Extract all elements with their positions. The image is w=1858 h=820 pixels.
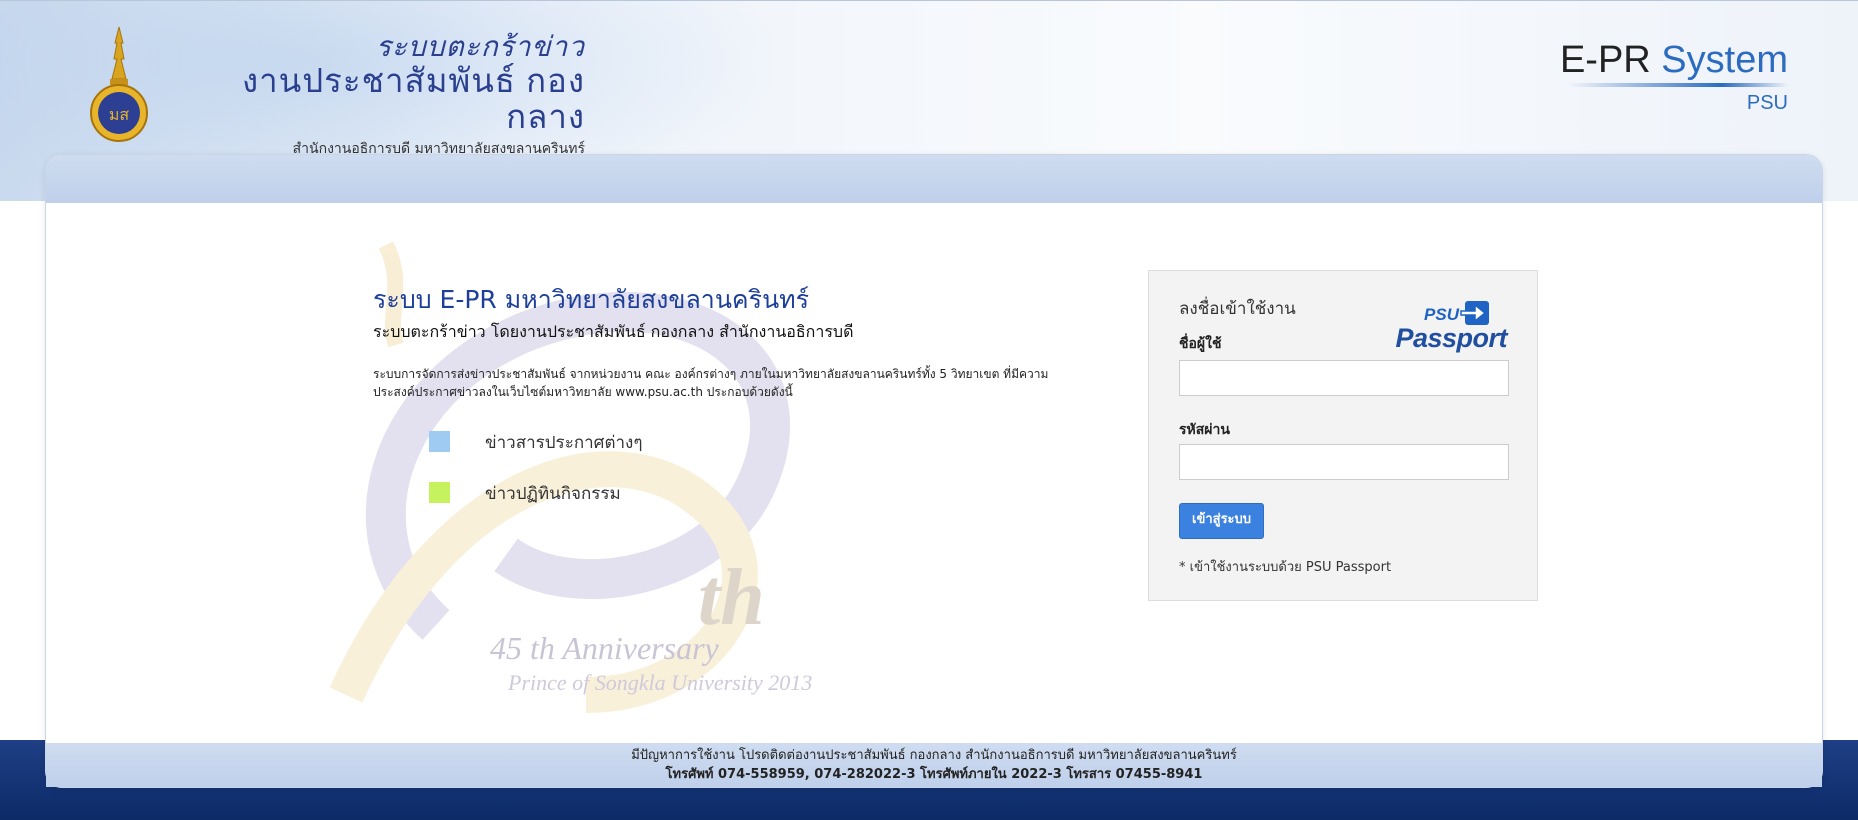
svg-text:มส: มส <box>109 105 130 124</box>
page-footer: มีปัญหาการใช้งาน โปรดติดต่องานประชาสัมพั… <box>46 743 1822 787</box>
brand-line2: งานประชาสัมพันธ์ กองกลาง <box>242 62 585 135</box>
watermark-line1: 45 th Anniversary <box>490 630 719 666</box>
page-title: ระบบ E-PR มหาวิทยาลัยสงขลานครินทร์ <box>373 285 810 314</box>
login-heading: ลงชื่อเข้าใช้งาน <box>1179 299 1296 319</box>
brand-block: ระบบตะกร้าข่าว งานประชาสัมพันธ์ กองกลาง … <box>165 31 585 161</box>
brand-line1: ระบบตะกร้าข่าว <box>375 31 585 62</box>
username-label: ชื่อผู้ใช้ <box>1179 336 1222 352</box>
product-name-prefix: E-PR <box>1559 39 1651 81</box>
page-subtitle: ระบบตะกร้าข่าว โดยงานประชาสัมพันธ์ กองกล… <box>373 322 854 341</box>
legend-swatch-calendar <box>429 482 450 503</box>
legend: ข่าวสารประกาศต่างๆ ข่าวปฏิทินกิจกรรม <box>373 421 1093 523</box>
passport-word: Passport <box>1395 323 1507 353</box>
username-input[interactable] <box>1179 360 1509 396</box>
login-note: * เข้าใช้งานระบบด้วย PSU Passport <box>1179 560 1392 575</box>
card-topbar <box>46 155 1822 203</box>
legend-item: ข่าวปฏิทินกิจกรรม <box>373 472 1093 523</box>
legend-label: ข่าวสารประกาศต่างๆ <box>485 433 643 453</box>
product-logo: E-PR System PSU <box>1560 39 1788 115</box>
legend-swatch-announcements <box>429 431 450 452</box>
psu-passport-logo: PSU Passport <box>1387 299 1507 359</box>
legend-item: ข่าวสารประกาศต่างๆ <box>373 421 1093 472</box>
password-input[interactable] <box>1179 444 1509 480</box>
login-button[interactable]: เข้าสู่ระบบ <box>1179 503 1265 539</box>
footer-line2: โทรศัพท์ 074-558959, 074-282022-3 โทรศัพ… <box>665 767 1203 782</box>
login-panel: ลงชื่อเข้าใช้งาน PSU Passport ชื่อผู้ใช้… <box>1148 270 1538 601</box>
footer-line1: มีปัญหาการใช้งาน โปรดติดต่องานประชาสัมพั… <box>631 748 1237 763</box>
product-sub: PSU <box>1746 92 1788 114</box>
passport-brand: PSU <box>1424 305 1459 324</box>
page-description: ระบบการจัดการส่งข่าวประชาสัมพันธ์ จากหน่… <box>373 367 1049 399</box>
watermark-line2: Prince of Songkla University 2013 <box>508 670 813 695</box>
product-name-suffix: System <box>1661 39 1788 81</box>
product-underline <box>1568 83 1788 87</box>
legend-label: ข่าวปฏิทินกิจกรรม <box>485 484 621 504</box>
password-label: รหัสผ่าน <box>1179 422 1230 438</box>
intro-section: ระบบ E-PR มหาวิทยาลัยสงขลานครินทร์ ระบบต… <box>373 283 1093 523</box>
university-seal-logo: มส <box>90 26 148 142</box>
